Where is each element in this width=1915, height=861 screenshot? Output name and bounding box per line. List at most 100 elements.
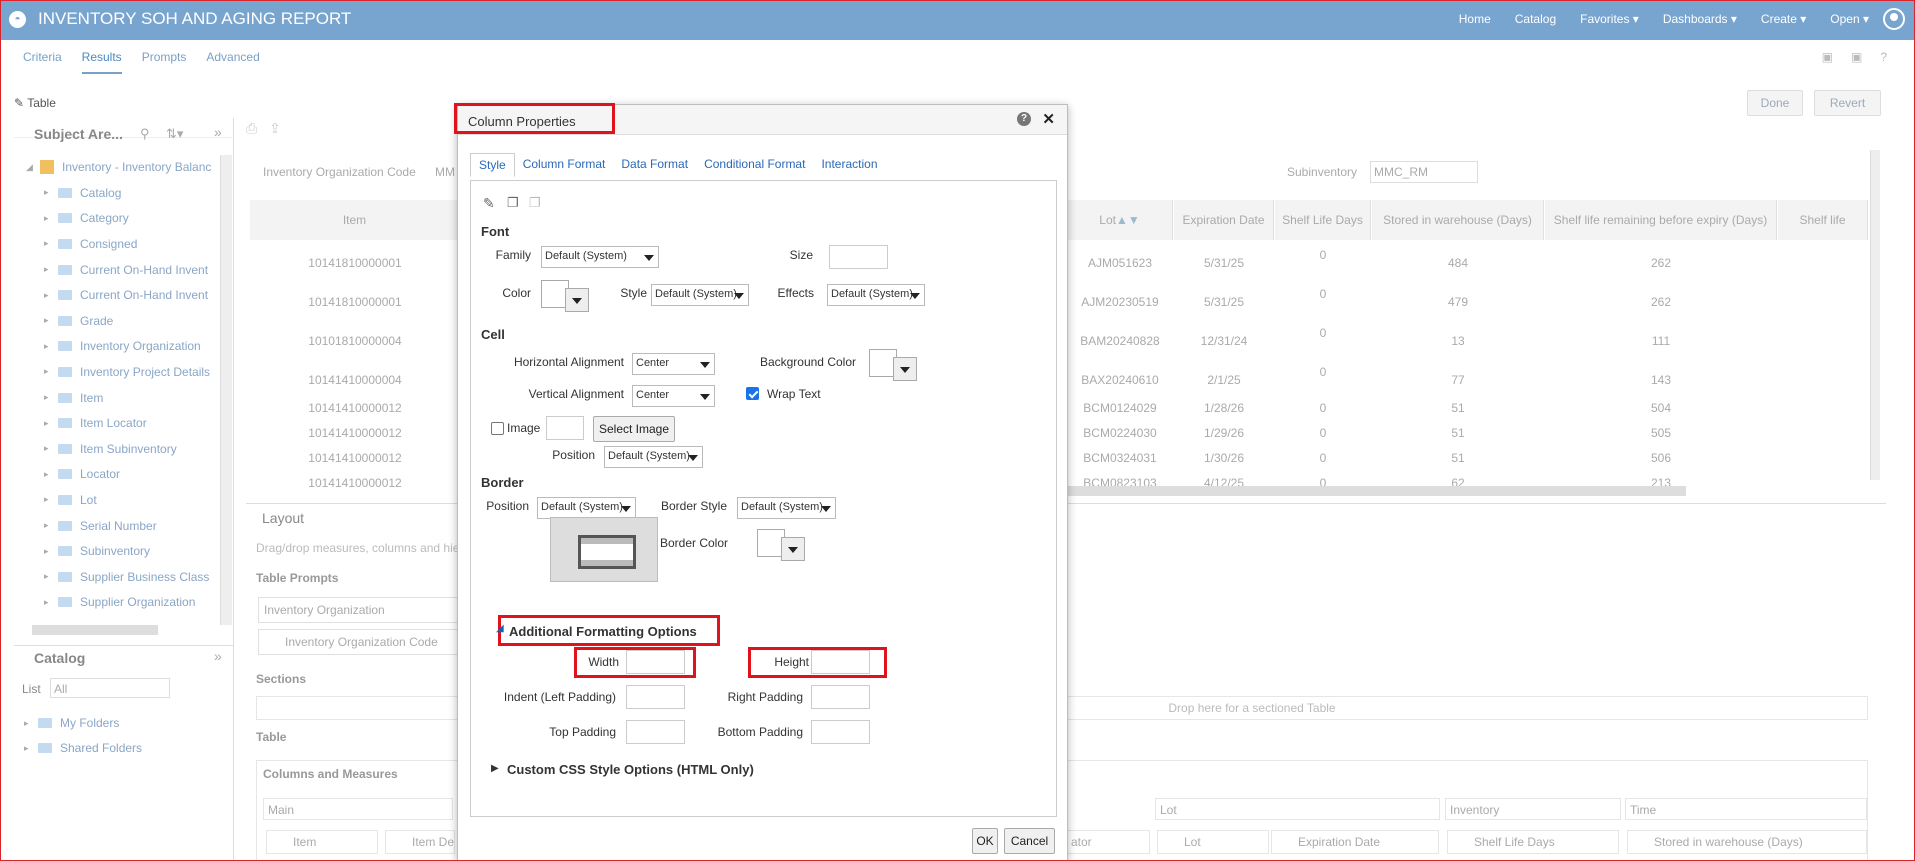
image-checkbox[interactable] [491,422,504,435]
col-header-shelf-life-2[interactable]: Shelf life [1778,200,1868,240]
valign-select[interactable]: Center [632,385,715,407]
image-position-select[interactable]: Default (System) [604,446,703,468]
width-input[interactable] [626,650,685,674]
collapsed-triangle-icon[interactable]: ▶ [491,763,499,774]
column-lot[interactable]: Lot [1157,830,1269,854]
expand-icon[interactable]: ▸ [44,597,58,608]
close-icon[interactable]: ✕ [1042,110,1055,128]
tree-folder[interactable]: ▸ Subinventory [14,538,234,564]
help-icon[interactable]: ? [1017,112,1031,126]
save-icon[interactable]: ▣ [1822,50,1833,64]
nav-open[interactable]: Open ▾ [1830,12,1869,26]
tree-folder[interactable]: ▸ Consigned [14,231,234,257]
tab-column-format[interactable]: Column Format [515,153,614,177]
right-padding-input[interactable] [811,685,870,709]
tree-folder[interactable]: ▸ Current On-Hand Invent [14,282,234,308]
additional-formatting-section[interactable]: Additional Formatting Options [509,624,697,639]
print-icon[interactable]: ⎙ [246,120,257,136]
grid-horizontal-scrollbar[interactable] [1066,486,1686,496]
tab-interaction[interactable]: Interaction [813,153,885,177]
custom-css-section[interactable]: Custom CSS Style Options (HTML Only) [507,762,754,777]
dialog-title-bar[interactable]: Column Properties ? ✕ [454,103,1067,135]
tab-conditional-format[interactable]: Conditional Format [696,153,813,177]
inv-org-prompt[interactable]: Inventory Organization [258,597,458,623]
catalog-list-select[interactable]: All [50,678,170,698]
expand-icon[interactable]: ▸ [44,213,58,224]
nav-favorites[interactable]: Favorites ▾ [1580,12,1639,26]
nav-dashboards[interactable]: Dashboards ▾ [1663,12,1737,26]
bottom-padding-input[interactable] [811,720,870,744]
tree-folder[interactable]: ▸ Inventory Organization [14,334,234,360]
tree-folder[interactable]: ▸ Category [14,206,234,232]
font-color-dropdown[interactable] [565,288,589,312]
column-expiration[interactable]: Expiration Date [1271,830,1439,854]
user-avatar-icon[interactable] [1883,8,1905,30]
col-header-stored[interactable]: Stored in warehouse (Days) [1372,200,1544,240]
wrap-text-checkbox[interactable] [746,387,759,400]
tree-folder[interactable]: ▸ Inventory Project Details [14,359,234,385]
subject-area-root[interactable]: ◢ Inventory - Inventory Balanc [14,157,234,177]
help-icon[interactable]: ? [1880,50,1887,64]
tree-vertical-scrollbar[interactable] [220,155,232,625]
height-input[interactable] [811,650,870,674]
nav-home[interactable]: Home [1459,12,1491,26]
group-main[interactable]: Main [263,798,453,820]
tab-style[interactable]: Style [470,153,515,177]
indent-input[interactable] [626,685,685,709]
catalog-folder-my[interactable]: ▸ My Folders [24,716,119,730]
column-stored[interactable]: Stored in warehouse (Days) [1627,830,1867,854]
cancel-button[interactable]: Cancel [1004,828,1055,854]
size-input[interactable] [829,245,888,269]
tree-folder[interactable]: ▸ Current On-Hand Invent [14,257,234,283]
nav-catalog[interactable]: Catalog [1515,12,1556,26]
group-time[interactable]: Time [1625,798,1867,820]
expand-icon[interactable]: ▸ [44,290,58,301]
format-painter-icon[interactable]: ✎ [483,195,495,212]
filter-subinventory-select[interactable]: MMC_RM [1370,161,1478,183]
column-item[interactable]: Item [266,830,378,854]
halign-select[interactable]: Center [632,353,715,375]
tab-data-format[interactable]: Data Format [613,153,696,177]
column-locator[interactable]: ator [1066,830,1150,854]
group-inventory[interactable]: Inventory [1445,798,1621,820]
tree-folder[interactable]: ▸ Item Locator [14,410,234,436]
search-icon[interactable]: ⚲ [140,126,150,142]
border-preview-graphic[interactable] [550,517,658,582]
tree-folder[interactable]: ▸ Lot [14,487,234,513]
border-color-dropdown[interactable] [781,537,805,561]
copy-icon[interactable]: ❐ [507,195,519,211]
expand-icon[interactable]: ▸ [44,341,58,352]
expand-icon[interactable]: ▸ [44,392,58,403]
revert-button[interactable]: Revert [1814,90,1881,116]
ok-button[interactable]: OK [972,828,998,854]
done-button[interactable]: Done [1747,90,1803,116]
bg-color-dropdown[interactable] [893,357,917,381]
catalog-folder-shared[interactable]: ▸ Shared Folders [24,741,142,755]
expand-triangle-icon[interactable]: ◢ [496,623,504,634]
column-shelf-life[interactable]: Shelf Life Days [1447,830,1619,854]
expand-icon[interactable]: ▸ [44,443,58,454]
inv-org-code-prompt[interactable]: Inventory Organization Code [258,629,458,655]
col-header-item[interactable]: Item [250,200,460,240]
sort-icon[interactable]: ⇅▾ [166,126,183,142]
tab-prompts[interactable]: Prompts [142,50,187,74]
col-header-remaining[interactable]: Shelf life remaining before expiry (Days… [1545,200,1777,240]
pencil-icon[interactable]: ✎ [14,96,24,110]
border-style-select[interactable]: Default (System) [737,497,836,519]
expand-icon[interactable]: ▸ [44,469,58,480]
tree-folder[interactable]: ▸ Grade [14,308,234,334]
expand-icon[interactable]: ▸ [44,187,58,198]
app-logo-icon[interactable]: ◓ [9,11,26,28]
expand-icon[interactable]: ▸ [44,546,58,557]
top-padding-input[interactable] [626,720,685,744]
tab-advanced[interactable]: Advanced [206,50,259,74]
tree-folder[interactable]: ▸ Item Subinventory [14,436,234,462]
tree-folder[interactable]: ▸ Supplier Organization [14,590,234,616]
expand-icon[interactable]: ▸ [44,418,58,429]
export-icon[interactable]: ⇪ [269,120,281,136]
expand-icon[interactable]: ▸ [44,315,58,326]
grid-vertical-scrollbar[interactable] [1870,150,1880,480]
expand-icon[interactable]: ◢ [26,162,40,173]
tree-horizontal-scrollbar[interactable] [32,625,158,635]
tree-folder[interactable]: ▸ Serial Number [14,513,234,539]
